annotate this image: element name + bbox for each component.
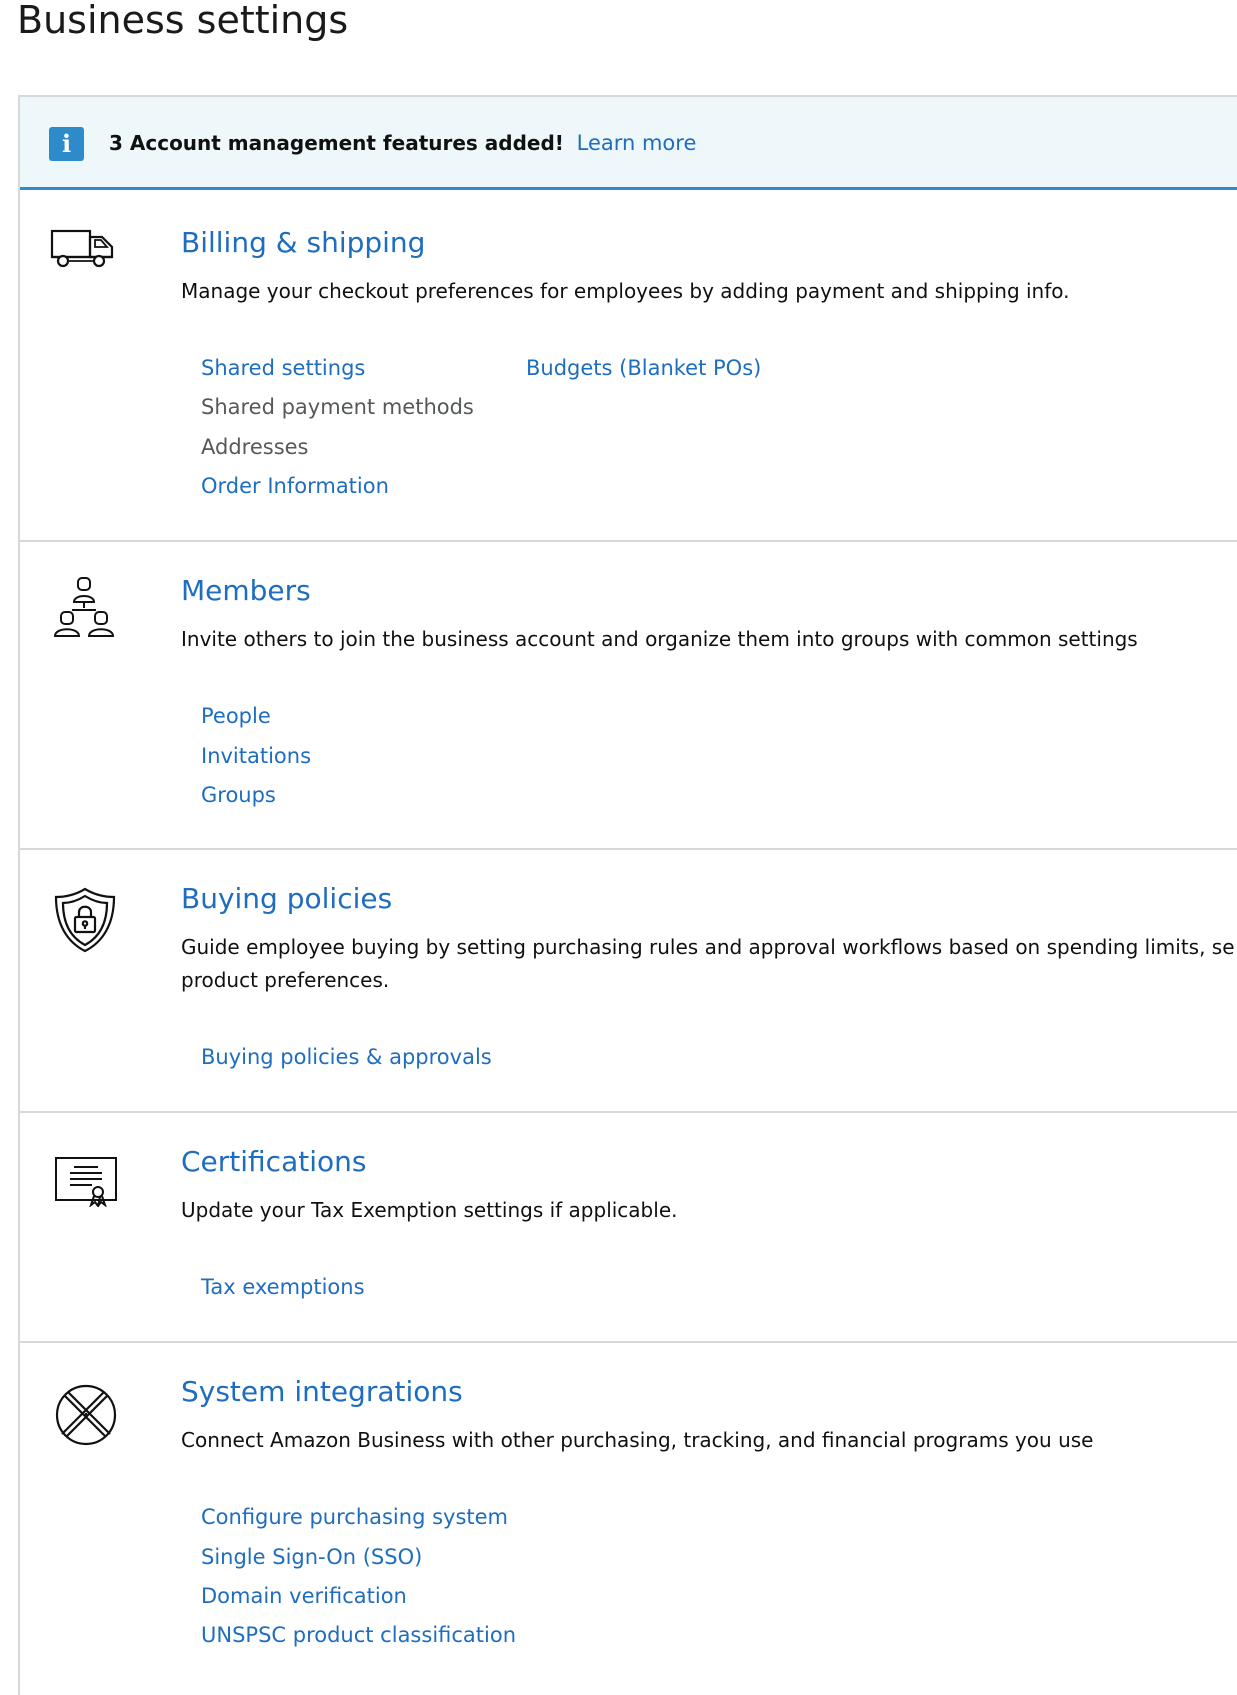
- section-desc-members: Invite others to join the business accou…: [181, 627, 1138, 651]
- configure-purchasing-system-link[interactable]: Configure purchasing system: [201, 1502, 508, 1532]
- section-desc-certifications: Update your Tax Exemption settings if ap…: [181, 1198, 678, 1222]
- page-title: Business settings: [17, 0, 349, 42]
- addresses-label: Addresses: [201, 435, 309, 459]
- people-hierarchy-icon: [52, 576, 120, 644]
- certificate-icon: [54, 1155, 122, 1223]
- section-desc-billing-shipping: Manage your checkout preferences for emp…: [181, 279, 1070, 303]
- invitations-link[interactable]: Invitations: [201, 741, 311, 771]
- integration-icon: [54, 1383, 122, 1451]
- section-desc-system-integrations: Connect Amazon Business with other purch…: [181, 1428, 1094, 1452]
- info-icon: i: [49, 127, 84, 161]
- section-divider: [20, 1111, 1237, 1113]
- info-banner-text: 3 Account management features added! Lea…: [109, 128, 696, 158]
- people-link[interactable]: People: [201, 701, 271, 731]
- section-title-members[interactable]: Members: [181, 573, 311, 609]
- section-divider: [20, 540, 1237, 542]
- section-title-billing-shipping[interactable]: Billing & shipping: [181, 225, 425, 261]
- groups-link[interactable]: Groups: [201, 780, 276, 810]
- section-divider: [20, 848, 1237, 850]
- shared-payment-methods-label: Shared payment methods: [201, 395, 474, 419]
- domain-verification-link[interactable]: Domain verification: [201, 1581, 407, 1611]
- shield-lock-icon: [53, 886, 121, 954]
- budgets-link[interactable]: Budgets (Blanket POs): [526, 353, 761, 383]
- section-desc-buying-policies: Guide employee buying by setting purchas…: [181, 935, 1235, 992]
- info-banner: i 3 Account management features added! L…: [20, 97, 1237, 190]
- tax-exemptions-link[interactable]: Tax exemptions: [201, 1272, 365, 1302]
- buying-policies-approvals-link[interactable]: Buying policies & approvals: [201, 1042, 492, 1072]
- learn-more-link[interactable]: Learn more: [577, 131, 697, 155]
- truck-icon: [50, 223, 118, 291]
- section-title-buying-policies[interactable]: Buying policies: [181, 881, 392, 917]
- info-banner-message: 3 Account management features added!: [109, 131, 564, 155]
- section-divider: [20, 1341, 1237, 1343]
- shared-settings-link[interactable]: Shared settings: [201, 353, 365, 383]
- order-information-link[interactable]: Order Information: [201, 471, 389, 501]
- section-title-system-integrations[interactable]: System integrations: [181, 1374, 463, 1410]
- section-title-certifications[interactable]: Certifications: [181, 1144, 366, 1180]
- single-sign-on-link[interactable]: Single Sign-On (SSO): [201, 1542, 422, 1572]
